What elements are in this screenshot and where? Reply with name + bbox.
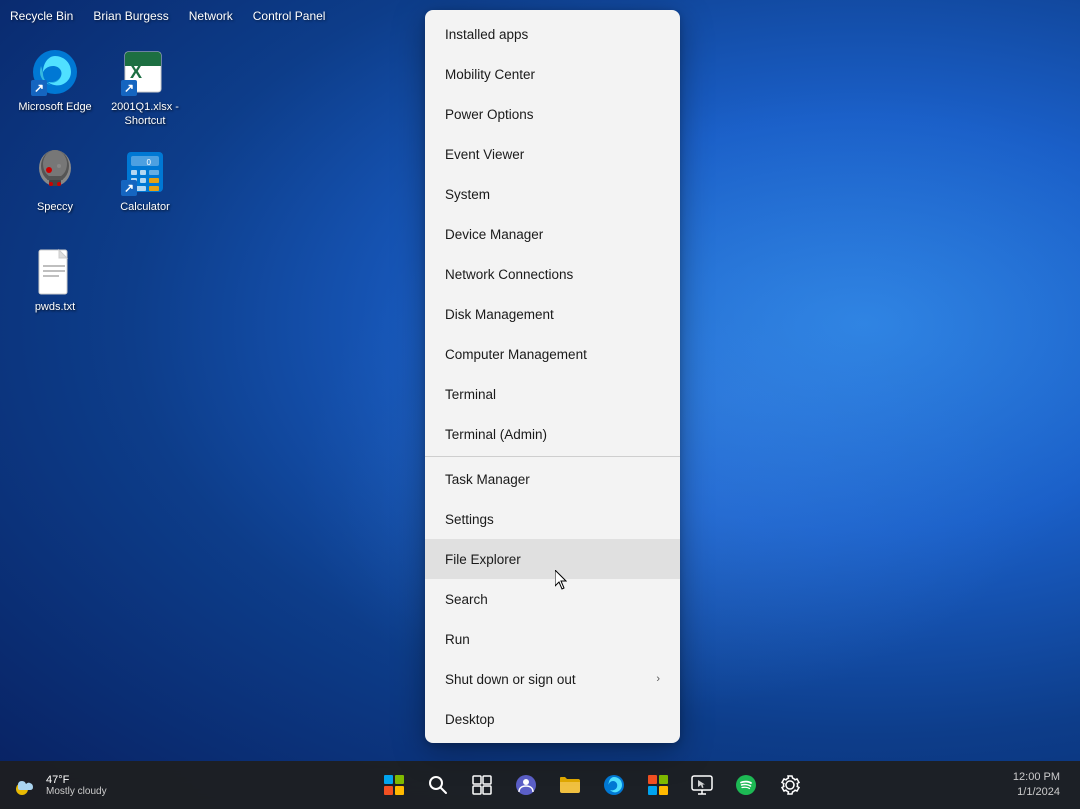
menu-item-event-viewer[interactable]: Event Viewer xyxy=(425,134,680,174)
settings-taskbar-button[interactable] xyxy=(770,765,810,805)
taskbar: 47°F Mostly cloudy xyxy=(0,761,1080,809)
desktop-icon-speccy[interactable]: Speccy xyxy=(10,140,100,240)
speccy-icon-label: Speccy xyxy=(37,200,73,214)
menu-item-computer-management[interactable]: Computer Management xyxy=(425,334,680,374)
taskbar-right: 12:00 PM 1/1/2024 xyxy=(1005,770,1080,801)
menu-item-power-options[interactable]: Power Options xyxy=(425,94,680,134)
calculator-icon-label: Calculator xyxy=(120,200,170,214)
context-menu: Installed apps Mobility Center Power Opt… xyxy=(425,10,680,743)
start-button[interactable] xyxy=(374,765,414,805)
menu-item-file-explorer[interactable]: File Explorer xyxy=(425,539,680,579)
desktop-icon-excel[interactable]: X ↗ 2001Q1.xlsx - Shortcut xyxy=(100,40,190,140)
menu-item-terminal[interactable]: Terminal xyxy=(425,374,680,414)
menu-item-run[interactable]: Run xyxy=(425,619,680,659)
svg-text:↗: ↗ xyxy=(34,81,44,95)
menu-item-disk-management[interactable]: Disk Management xyxy=(425,294,680,334)
task-view-button[interactable] xyxy=(462,765,502,805)
weather-info: 47°F Mostly cloudy xyxy=(46,774,107,797)
weather-icon xyxy=(12,771,40,799)
menu-item-desktop[interactable]: Desktop xyxy=(425,699,680,739)
excel-icon-image: X ↗ xyxy=(121,48,169,96)
menu-item-mobility-center[interactable]: Mobility Center xyxy=(425,54,680,94)
svg-text:0: 0 xyxy=(147,158,152,167)
weather-temp: 47°F xyxy=(46,774,107,786)
topbar-recycle-bin[interactable]: Recycle Bin xyxy=(10,9,73,23)
desktop: Recycle Bin Brian Burgess Network Contro… xyxy=(0,0,1080,809)
search-taskbar-button[interactable] xyxy=(418,765,458,805)
menu-item-settings[interactable]: Settings xyxy=(425,499,680,539)
shut-down-arrow: › xyxy=(656,673,660,685)
system-clock[interactable]: 12:00 PM 1/1/2024 xyxy=(1005,770,1068,801)
menu-item-network-connections[interactable]: Network Connections xyxy=(425,254,680,294)
spotify-button[interactable] xyxy=(726,765,766,805)
menu-item-installed-apps[interactable]: Installed apps xyxy=(425,14,680,54)
weather-desc: Mostly cloudy xyxy=(46,786,107,797)
speccy-icon-image xyxy=(31,148,79,196)
taskbar-left: 47°F Mostly cloudy xyxy=(0,771,180,799)
topbar-control-panel[interactable]: Control Panel xyxy=(253,9,326,23)
desktop-icon-edge[interactable]: ↗ Microsoft Edge xyxy=(10,40,100,140)
menu-item-shut-down[interactable]: Shut down or sign out › xyxy=(425,659,680,699)
menu-item-system[interactable]: System xyxy=(425,174,680,214)
topbar-network[interactable]: Network xyxy=(189,9,233,23)
svg-text:↗: ↗ xyxy=(124,81,134,95)
excel-icon-label: 2001Q1.xlsx - Shortcut xyxy=(108,100,182,129)
calculator-icon-image: 0 ↗ xyxy=(121,148,169,196)
teams-button[interactable] xyxy=(506,765,546,805)
svg-text:X: X xyxy=(130,62,142,82)
menu-item-search[interactable]: Search xyxy=(425,579,680,619)
desktop-topbar: Recycle Bin Brian Burgess Network Contro… xyxy=(0,0,430,32)
menu-item-terminal-admin[interactable]: Terminal (Admin) xyxy=(425,414,680,454)
remote-desktop-button[interactable] xyxy=(682,765,722,805)
menu-item-task-manager[interactable]: Task Manager xyxy=(425,459,680,499)
desktop-icon-calculator[interactable]: 0 ↗ Calculator xyxy=(100,140,190,240)
taskbar-center xyxy=(180,765,1005,805)
svg-text:↗: ↗ xyxy=(124,181,134,195)
pwds-icon-image xyxy=(31,248,79,296)
file-explorer-taskbar-button[interactable] xyxy=(550,765,590,805)
menu-item-device-manager[interactable]: Device Manager xyxy=(425,214,680,254)
ms-store-button[interactable] xyxy=(638,765,678,805)
pwds-icon-label: pwds.txt xyxy=(35,300,75,314)
menu-separator-1 xyxy=(425,456,680,457)
edge-taskbar-button[interactable] xyxy=(594,765,634,805)
desktop-icon-pwds[interactable]: pwds.txt xyxy=(10,240,100,340)
topbar-brian-burgess[interactable]: Brian Burgess xyxy=(93,9,168,23)
edge-icon-image: ↗ xyxy=(31,48,79,96)
edge-icon-label: Microsoft Edge xyxy=(18,100,91,114)
desktop-icon-container: ↗ Microsoft Edge X ↗ 2001Q1.xlsx - Short… xyxy=(10,40,190,540)
